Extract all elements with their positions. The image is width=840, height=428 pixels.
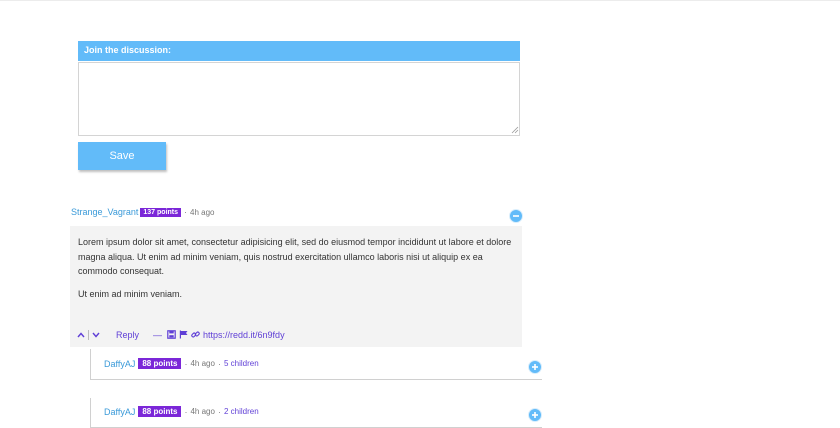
points-badge: 137 points — [140, 207, 182, 217]
comment-paragraph: Ut enim ad minim veniam. — [78, 288, 183, 299]
reply-timestamp: 4h ago — [190, 359, 215, 368]
save-button[interactable]: Save — [78, 142, 166, 170]
report-button[interactable] — [178, 329, 189, 340]
meta-separator: · — [217, 358, 221, 369]
meta-separator: · — [184, 207, 188, 217]
top-divider — [0, 0, 840, 1]
points-badge: 88 points — [138, 358, 182, 369]
permalink-button[interactable] — [190, 329, 201, 340]
points-badge: 88 points — [138, 406, 182, 417]
expand-button[interactable] — [528, 408, 542, 422]
comment-textarea[interactable] — [78, 62, 520, 136]
chevron-up-icon — [77, 331, 85, 337]
flag-icon — [179, 330, 188, 339]
link-icon — [191, 331, 200, 338]
dash-separator: — — [153, 329, 163, 340]
reply-timestamp: 4h ago — [190, 407, 215, 416]
reply-meta: DaffyAJ 88 points · 4h ago · 5 children — [104, 358, 259, 369]
permalink-url[interactable]: https://redd.it/6n9fdy — [203, 330, 285, 340]
upvote-button[interactable] — [77, 331, 85, 338]
children-count-link[interactable]: 2 children — [224, 407, 259, 416]
vote-divider — [88, 329, 89, 340]
expand-button[interactable] — [528, 360, 542, 374]
reply-meta: DaffyAJ 88 points · 4h ago · 2 children — [104, 406, 259, 417]
save-icon — [167, 330, 176, 339]
save-comment-button[interactable] — [166, 329, 177, 340]
plus-icon — [532, 412, 538, 418]
reply-link[interactable]: Reply — [116, 330, 139, 340]
discussion-header: Join the discussion: — [78, 41, 520, 61]
meta-separator: · — [184, 358, 188, 369]
resize-grip-icon[interactable] — [511, 126, 519, 134]
comment-actions: Reply — https://redd.it/6n9fdy — [77, 329, 285, 340]
comment-meta: Strange_Vagrant 137 points · 4h ago — [71, 207, 214, 217]
meta-separator: · — [217, 406, 221, 417]
comment-paragraph: Lorem ipsum dolor sit amet, consectetur … — [78, 237, 512, 276]
reply-author[interactable]: DaffyAJ — [104, 407, 135, 417]
meta-separator: · — [184, 406, 188, 417]
comment-timestamp: 4h ago — [190, 207, 215, 217]
comment-author[interactable]: Strange_Vagrant — [71, 207, 138, 217]
downvote-button[interactable] — [92, 332, 100, 338]
children-count-link[interactable]: 5 children — [224, 359, 259, 368]
plus-icon — [532, 364, 538, 370]
chevron-down-icon — [92, 332, 100, 338]
collapse-button[interactable] — [509, 209, 523, 223]
reply-author[interactable]: DaffyAJ — [104, 359, 135, 369]
minus-icon — [513, 215, 519, 217]
